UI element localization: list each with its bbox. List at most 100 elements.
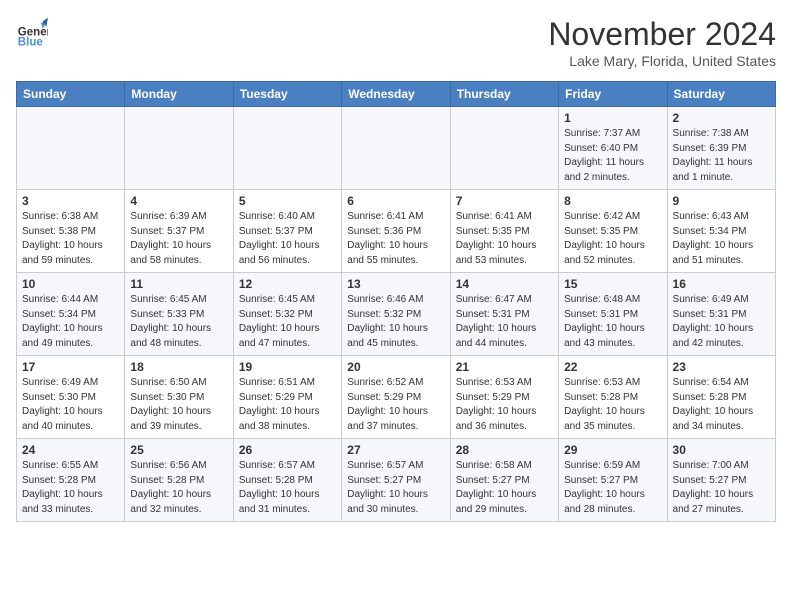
- page-header: General Blue November 2024 Lake Mary, Fl…: [16, 16, 776, 69]
- day-info: Sunrise: 6:42 AM Sunset: 5:35 PM Dayligh…: [564, 210, 661, 268]
- day-number: 10: [22, 277, 119, 291]
- day-info: Sunrise: 6:59 AM Sunset: 5:27 PM Dayligh…: [564, 459, 661, 517]
- week-row-5: 24 Sunrise: 6:55 AM Sunset: 5:28 PM Dayli…: [17, 439, 776, 522]
- day-number: 12: [239, 277, 336, 291]
- day-cell: 27 Sunrise: 6:57 AM Sunset: 5:27 PM Dayli…: [342, 439, 450, 522]
- day-number: 25: [130, 443, 227, 457]
- calendar-header-row: SundayMondayTuesdayWednesdayThursdayFrid…: [17, 82, 776, 107]
- day-info: Sunrise: 6:48 AM Sunset: 5:31 PM Dayligh…: [564, 293, 661, 351]
- day-number: 4: [130, 194, 227, 208]
- day-number: 3: [22, 194, 119, 208]
- day-number: 9: [673, 194, 770, 208]
- day-info: Sunrise: 6:43 AM Sunset: 5:34 PM Dayligh…: [673, 210, 770, 268]
- day-number: 16: [673, 277, 770, 291]
- day-cell: 19 Sunrise: 6:51 AM Sunset: 5:29 PM Dayli…: [233, 356, 341, 439]
- day-info: Sunrise: 6:45 AM Sunset: 5:32 PM Dayligh…: [239, 293, 336, 351]
- title-block: November 2024 Lake Mary, Florida, United…: [548, 16, 776, 69]
- day-cell: 26Sunrise: 6:57 AM Sunset: 5:28 PM Dayli…: [233, 439, 341, 522]
- day-info: Sunrise: 6:41 AM Sunset: 5:36 PM Dayligh…: [347, 210, 444, 268]
- day-info: Sunrise: 7:00 AM Sunset: 5:27 PM Dayligh…: [673, 459, 770, 517]
- day-cell: 4 Sunrise: 6:39 AM Sunset: 5:37 PM Daylig…: [125, 190, 233, 273]
- day-cell: [233, 107, 341, 190]
- day-cell: 10 Sunrise: 6:44 AM Sunset: 5:34 PM Dayli…: [17, 273, 125, 356]
- month-title: November 2024: [548, 16, 776, 53]
- day-cell: 9 Sunrise: 6:43 AM Sunset: 5:34 PM Daylig…: [667, 190, 775, 273]
- day-info: Sunrise: 6:38 AM Sunset: 5:38 PM Dayligh…: [22, 210, 119, 268]
- day-cell: 12 Sunrise: 6:45 AM Sunset: 5:32 PM Dayli…: [233, 273, 341, 356]
- day-cell: 14 Sunrise: 6:47 AM Sunset: 5:31 PM Dayli…: [450, 273, 558, 356]
- day-cell: 13 Sunrise: 6:46 AM Sunset: 5:32 PM Dayli…: [342, 273, 450, 356]
- col-header-monday: Monday: [125, 82, 233, 107]
- day-number: 18: [130, 360, 227, 374]
- day-number: 14: [456, 277, 553, 291]
- day-cell: 18 Sunrise: 6:50 AM Sunset: 5:30 PM Dayli…: [125, 356, 233, 439]
- day-cell: [342, 107, 450, 190]
- day-cell: 25 Sunrise: 6:56 AM Sunset: 5:28 PM Dayli…: [125, 439, 233, 522]
- day-cell: 20 Sunrise: 6:52 AM Sunset: 5:29 PM Dayli…: [342, 356, 450, 439]
- col-header-saturday: Saturday: [667, 82, 775, 107]
- day-info: Sunrise: 6:39 AM Sunset: 5:37 PM Dayligh…: [130, 210, 227, 268]
- day-cell: 15 Sunrise: 6:48 AM Sunset: 5:31 PM Dayli…: [559, 273, 667, 356]
- day-info: Sunrise: 6:57 AM Sunset: 5:27 PM Dayligh…: [347, 459, 444, 517]
- col-header-wednesday: Wednesday: [342, 82, 450, 107]
- day-cell: 28Sunrise: 6:58 AM Sunset: 5:27 PM Dayli…: [450, 439, 558, 522]
- day-cell: 23 Sunrise: 6:54 AM Sunset: 5:28 PM Dayli…: [667, 356, 775, 439]
- day-info: Sunrise: 6:41 AM Sunset: 5:35 PM Dayligh…: [456, 210, 553, 268]
- day-number: 8: [564, 194, 661, 208]
- day-info: Sunrise: 6:40 AM Sunset: 5:37 PM Dayligh…: [239, 210, 336, 268]
- day-info: Sunrise: 6:51 AM Sunset: 5:29 PM Dayligh…: [239, 376, 336, 434]
- day-number: 11: [130, 277, 227, 291]
- day-number: 7: [456, 194, 553, 208]
- day-number: 30: [673, 443, 770, 457]
- day-cell: [450, 107, 558, 190]
- calendar-table: SundayMondayTuesdayWednesdayThursdayFrid…: [16, 81, 776, 522]
- day-number: 27: [347, 443, 444, 457]
- day-cell: [17, 107, 125, 190]
- day-cell: 6 Sunrise: 6:41 AM Sunset: 5:36 PM Daylig…: [342, 190, 450, 273]
- day-number: 2: [673, 111, 770, 125]
- day-info: Sunrise: 6:58 AM Sunset: 5:27 PM Dayligh…: [456, 459, 553, 517]
- day-info: Sunrise: 6:54 AM Sunset: 5:28 PM Dayligh…: [673, 376, 770, 434]
- logo: General Blue: [16, 16, 48, 48]
- day-info: Sunrise: 6:44 AM Sunset: 5:34 PM Dayligh…: [22, 293, 119, 351]
- day-cell: 7 Sunrise: 6:41 AM Sunset: 5:35 PM Daylig…: [450, 190, 558, 273]
- day-info: Sunrise: 6:52 AM Sunset: 5:29 PM Dayligh…: [347, 376, 444, 434]
- day-cell: 30 Sunrise: 7:00 AM Sunset: 5:27 PM Dayli…: [667, 439, 775, 522]
- day-cell: 16Sunrise: 6:49 AM Sunset: 5:31 PM Dayli…: [667, 273, 775, 356]
- day-info: Sunrise: 7:38 AM Sunset: 6:39 PM Dayligh…: [673, 127, 770, 185]
- day-cell: 21Sunrise: 6:53 AM Sunset: 5:29 PM Dayli…: [450, 356, 558, 439]
- day-cell: 1Sunrise: 7:37 AM Sunset: 6:40 PM Daylig…: [559, 107, 667, 190]
- col-header-tuesday: Tuesday: [233, 82, 341, 107]
- day-cell: 5 Sunrise: 6:40 AM Sunset: 5:37 PM Daylig…: [233, 190, 341, 273]
- day-number: 24: [22, 443, 119, 457]
- week-row-1: 1Sunrise: 7:37 AM Sunset: 6:40 PM Daylig…: [17, 107, 776, 190]
- day-info: Sunrise: 6:55 AM Sunset: 5:28 PM Dayligh…: [22, 459, 119, 517]
- day-number: 19: [239, 360, 336, 374]
- day-info: Sunrise: 6:47 AM Sunset: 5:31 PM Dayligh…: [456, 293, 553, 351]
- day-cell: [125, 107, 233, 190]
- day-number: 15: [564, 277, 661, 291]
- day-number: 13: [347, 277, 444, 291]
- col-header-thursday: Thursday: [450, 82, 558, 107]
- day-info: Sunrise: 6:53 AM Sunset: 5:28 PM Dayligh…: [564, 376, 661, 434]
- week-row-3: 10 Sunrise: 6:44 AM Sunset: 5:34 PM Dayli…: [17, 273, 776, 356]
- day-cell: 17Sunrise: 6:49 AM Sunset: 5:30 PM Dayli…: [17, 356, 125, 439]
- col-header-friday: Friday: [559, 82, 667, 107]
- day-info: Sunrise: 6:49 AM Sunset: 5:30 PM Dayligh…: [22, 376, 119, 434]
- day-number: 26: [239, 443, 336, 457]
- logo-icon: General Blue: [16, 16, 48, 48]
- day-cell: 11Sunrise: 6:45 AM Sunset: 5:33 PM Dayli…: [125, 273, 233, 356]
- day-info: Sunrise: 6:56 AM Sunset: 5:28 PM Dayligh…: [130, 459, 227, 517]
- day-info: Sunrise: 6:46 AM Sunset: 5:32 PM Dayligh…: [347, 293, 444, 351]
- day-number: 6: [347, 194, 444, 208]
- day-cell: 2 Sunrise: 7:38 AM Sunset: 6:39 PM Daylig…: [667, 107, 775, 190]
- day-cell: 22Sunrise: 6:53 AM Sunset: 5:28 PM Dayli…: [559, 356, 667, 439]
- day-info: Sunrise: 6:50 AM Sunset: 5:30 PM Dayligh…: [130, 376, 227, 434]
- col-header-sunday: Sunday: [17, 82, 125, 107]
- day-cell: 8 Sunrise: 6:42 AM Sunset: 5:35 PM Daylig…: [559, 190, 667, 273]
- day-cell: 24 Sunrise: 6:55 AM Sunset: 5:28 PM Dayli…: [17, 439, 125, 522]
- day-number: 5: [239, 194, 336, 208]
- day-number: 23: [673, 360, 770, 374]
- day-cell: 3 Sunrise: 6:38 AM Sunset: 5:38 PM Daylig…: [17, 190, 125, 273]
- day-number: 20: [347, 360, 444, 374]
